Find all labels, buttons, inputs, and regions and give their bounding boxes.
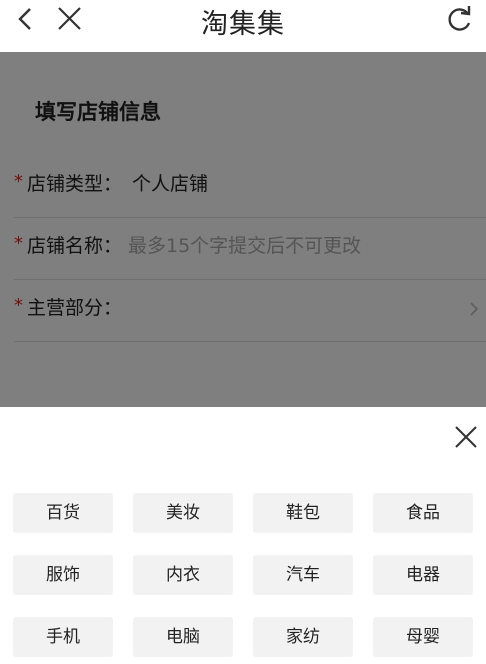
category-option[interactable]: 服饰 xyxy=(13,555,113,595)
category-option[interactable]: 电器 xyxy=(373,555,473,595)
category-option[interactable]: 百货 xyxy=(13,493,113,533)
category-option[interactable]: 汽车 xyxy=(253,555,353,595)
category-option[interactable]: 母婴 xyxy=(373,617,473,657)
close-icon[interactable] xyxy=(452,423,480,451)
category-option[interactable]: 美妆 xyxy=(133,493,233,533)
category-option[interactable]: 食品 xyxy=(373,493,473,533)
category-sheet: 百货 美妆 鞋包 食品 服饰 内衣 汽车 电器 手机 电脑 家纺 母婴 xyxy=(0,407,486,664)
category-option[interactable]: 内衣 xyxy=(133,555,233,595)
category-option[interactable]: 手机 xyxy=(13,617,113,657)
refresh-icon[interactable] xyxy=(444,4,476,34)
modal-overlay[interactable] xyxy=(0,52,486,407)
page-title: 淘集集 xyxy=(201,9,285,40)
category-option[interactable]: 鞋包 xyxy=(253,493,353,533)
top-bar: 淘集集 xyxy=(0,0,486,52)
category-option[interactable]: 电脑 xyxy=(133,617,233,657)
category-option[interactable]: 家纺 xyxy=(253,617,353,657)
